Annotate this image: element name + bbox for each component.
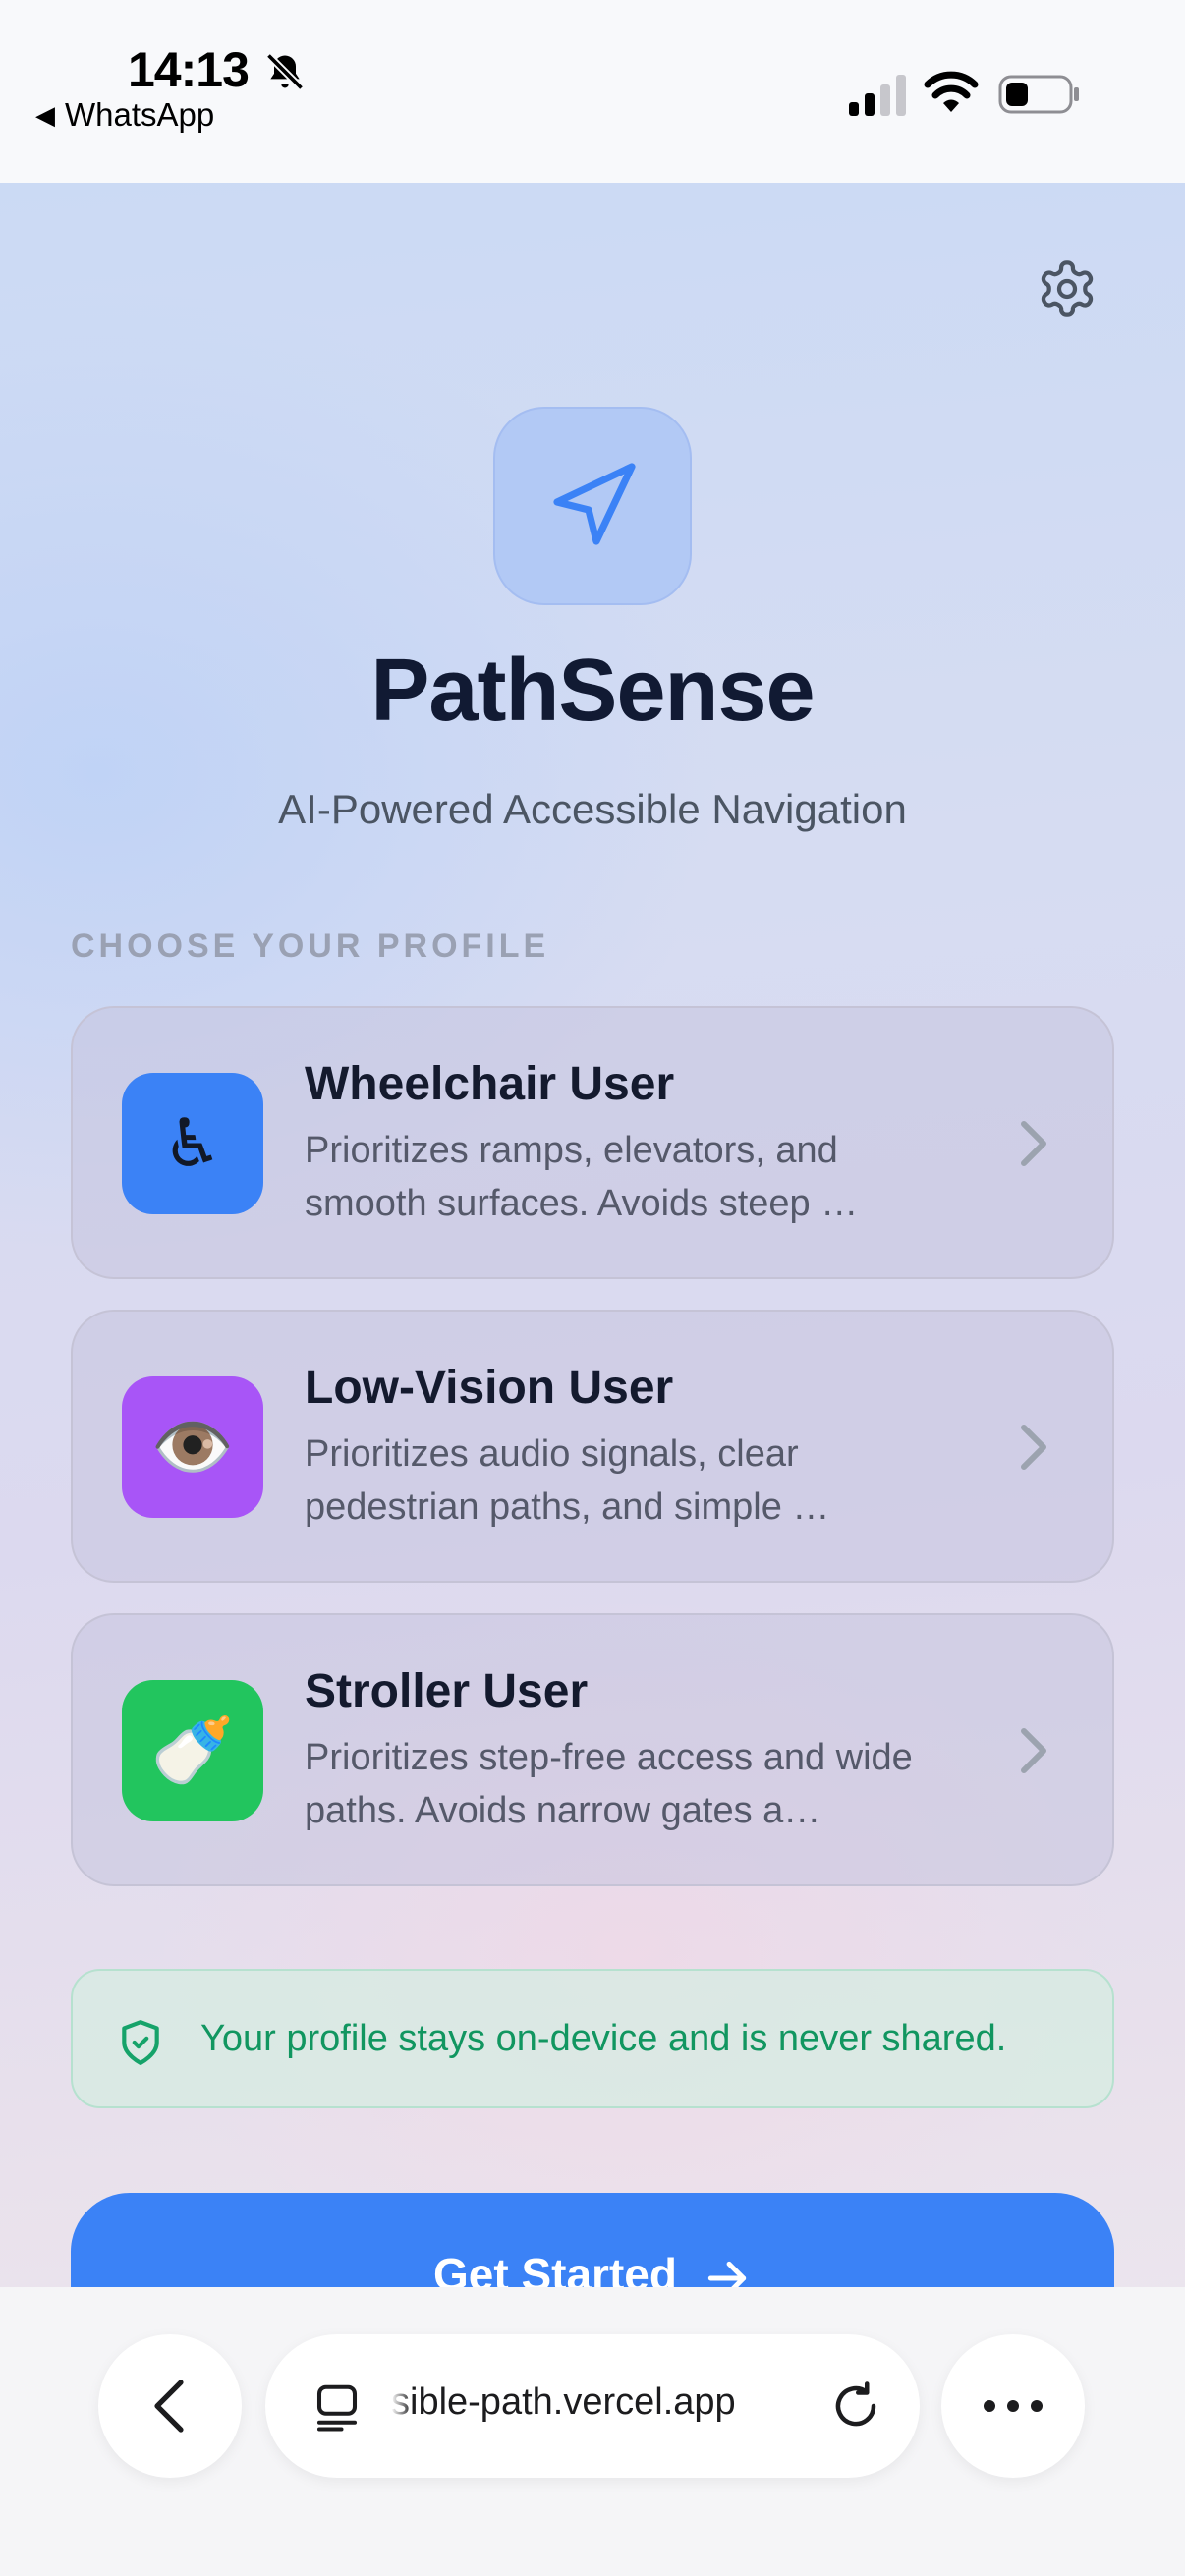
url-text[interactable]: sible-path.vercel.app <box>391 2381 784 2424</box>
profile-title: Stroller User <box>305 1665 589 1717</box>
more-options-button[interactable] <box>941 2334 1085 2478</box>
status-time: 14:13 <box>128 42 250 97</box>
profile-title: Low-Vision User <box>305 1362 674 1414</box>
status-bar: 14:13 ◀ WhatsApp <box>0 0 1185 183</box>
profile-description: Prioritizes step-free access and wide pa… <box>305 1737 913 1831</box>
browser-back-button[interactable] <box>98 2334 242 2478</box>
app-subtitle: AI-Powered Accessible Navigation <box>278 786 907 832</box>
profile-description: Prioritizes ramps, elevators, and smooth… <box>305 1130 859 1224</box>
back-to-app-link[interactable]: ◀ WhatsApp <box>35 96 214 134</box>
reload-icon[interactable] <box>829 2380 882 2433</box>
bell-slash-icon <box>265 52 305 91</box>
chevron-right-icon <box>1021 1121 1046 1166</box>
app-title: PathSense <box>370 642 815 740</box>
baby-bottle-icon: 🍼 <box>122 1680 263 1821</box>
back-triangle-icon: ◀ <box>35 99 55 130</box>
profile-card-stroller[interactable]: 🍼 Stroller User Prioritizes step-free ac… <box>71 1613 1114 1886</box>
browser-toolbar: sible-path.vercel.app <box>0 2287 1185 2576</box>
privacy-text: Your profile stays on-device and is neve… <box>200 2018 1007 2059</box>
wifi-icon <box>924 71 979 112</box>
ellipsis-icon <box>984 2400 1043 2412</box>
profile-card-low-vision[interactable]: 👁️ Low-Vision User Prioritizes audio sig… <box>71 1310 1114 1583</box>
profile-card-wheelchair[interactable]: ♿ Wheelchair User Prioritizes ramps, ele… <box>71 1006 1114 1279</box>
app-logo <box>493 407 692 605</box>
navigation-arrow-icon <box>553 463 636 545</box>
gear-icon[interactable] <box>1036 257 1099 320</box>
bottle-emoji: 🍼 <box>150 1713 235 1788</box>
section-label: CHOOSE YOUR PROFILE <box>71 927 550 965</box>
chevron-right-icon <box>1021 1425 1046 1470</box>
address-bar[interactable]: sible-path.vercel.app <box>265 2334 920 2478</box>
tabs-icon[interactable] <box>310 2380 364 2435</box>
back-app-label: WhatsApp <box>65 96 215 133</box>
eye-emoji: 👁️ <box>150 1410 235 1484</box>
shield-check-icon <box>122 2020 159 2065</box>
cellular-signal-icon <box>849 75 906 116</box>
wheelchair-icon: ♿ <box>122 1073 263 1214</box>
eye-icon: 👁️ <box>122 1376 263 1518</box>
profile-title: Wheelchair User <box>305 1058 675 1110</box>
chevron-left-icon <box>154 2380 184 2433</box>
wheelchair-emoji: ♿ <box>162 1105 223 1181</box>
battery-icon <box>998 75 1079 114</box>
privacy-note: Your profile stays on-device and is neve… <box>71 1969 1114 2108</box>
profile-description: Prioritizes audio signals, clear pedestr… <box>305 1433 830 1528</box>
chevron-right-icon <box>1021 1728 1046 1773</box>
